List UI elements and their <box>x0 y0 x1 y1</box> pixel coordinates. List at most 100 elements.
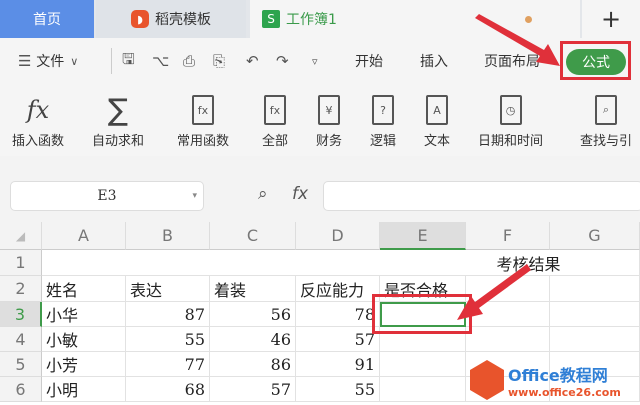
docer-icon: ◗ <box>131 10 149 28</box>
cell-G3[interactable] <box>550 302 640 327</box>
cell-A6[interactable]: 小明 <box>42 377 126 402</box>
chevron-down-icon: ∨ <box>70 54 79 68</box>
cell-B3[interactable]: 87 <box>126 302 210 327</box>
column-header-E[interactable]: E <box>380 222 466 250</box>
redo-icon[interactable]: ↷ <box>276 38 289 84</box>
format-painter-icon[interactable]: ⌥ <box>152 38 169 84</box>
lookup-button[interactable]: ⌕ 查找与引 <box>580 90 632 149</box>
cell-G2[interactable] <box>550 276 640 302</box>
header-cell[interactable]: 反应能力 <box>296 276 380 302</box>
row-header-4[interactable]: 4 <box>0 327 42 352</box>
logic-button[interactable]: ? 逻辑 <box>370 90 396 149</box>
insert-function-button[interactable]: fx 插入函数 <box>12 90 64 149</box>
datetime-icon: ◷ <box>499 95 522 125</box>
cell-D3[interactable]: 78 <box>296 302 380 327</box>
highlight-box <box>560 41 631 80</box>
arrow-annotation-icon <box>475 14 560 66</box>
cell-C6[interactable]: 57 <box>210 377 296 402</box>
header-cell[interactable]: 着装 <box>210 276 296 302</box>
tab-template[interactable]: ◗ 稻壳模板 <box>96 0 246 38</box>
ribbon: fx 插入函数 ∑ 自动求和 fx 常用函数 fx 全部 ¥ 财务 ? 逻辑 A 文本 ◷ 日期… <box>0 84 640 156</box>
cell-A5[interactable]: 小芳 <box>42 352 126 377</box>
sum-icon: ∑ <box>107 92 129 128</box>
ribbon-label: 全部 <box>262 134 289 149</box>
favorite-function-icon: fx <box>192 95 214 125</box>
tab-workbook-label: 工作簿1 <box>286 12 337 28</box>
sheet-title[interactable]: 考核结果 <box>42 250 640 276</box>
tab-start[interactable]: 开始 <box>355 38 383 84</box>
row-header-3[interactable]: 3 <box>0 302 42 327</box>
cell-B6[interactable]: 68 <box>126 377 210 402</box>
hamburger-icon: ☰ <box>18 52 37 70</box>
text-button[interactable]: A 文本 <box>424 90 450 149</box>
cell-F4[interactable] <box>466 327 550 352</box>
cell-A3[interactable]: 小华 <box>42 302 126 327</box>
more-icon[interactable]: ▿ <box>312 38 318 84</box>
ribbon-label: 插入函数 <box>12 134 65 149</box>
cell-B4[interactable]: 55 <box>126 327 210 352</box>
cell-G4[interactable] <box>550 327 640 352</box>
fx-icon: fx <box>26 96 50 124</box>
print-preview-icon[interactable]: ⎘ <box>213 38 225 84</box>
cell-C3[interactable]: 56 <box>210 302 296 327</box>
tab-insert[interactable]: 插入 <box>420 38 448 84</box>
cell-D5[interactable]: 91 <box>296 352 380 377</box>
formula-input[interactable] <box>323 181 640 211</box>
chevron-down-icon[interactable]: ▾ <box>192 191 197 201</box>
column-header-C[interactable]: C <box>210 222 296 250</box>
spreadsheet-icon: S <box>262 10 280 28</box>
tab-home[interactable]: 首页 <box>0 0 94 38</box>
column-header-A[interactable]: A <box>42 222 126 250</box>
column-header-F[interactable]: F <box>466 222 550 250</box>
arrow-annotation-icon <box>457 264 531 320</box>
zoom-search-icon[interactable]: ⌕ <box>258 184 268 204</box>
ribbon-label: 自动求和 <box>92 134 145 149</box>
common-functions-button[interactable]: fx 常用函数 <box>177 90 229 149</box>
ribbon-label: 文本 <box>424 134 451 149</box>
office-logo-icon <box>470 360 504 400</box>
watermark-logo: Office教程网 www.office26.com <box>470 355 640 405</box>
cell-C5[interactable]: 86 <box>210 352 296 377</box>
print-icon[interactable]: ⎙ <box>183 38 195 84</box>
lookup-icon: ⌕ <box>595 95 617 125</box>
cell-E6[interactable] <box>380 377 466 402</box>
undo-icon[interactable]: ↶ <box>246 38 259 84</box>
cell-A4[interactable]: 小敏 <box>42 327 126 352</box>
ribbon-label: 常用函数 <box>177 134 230 149</box>
all-functions-button[interactable]: fx 全部 <box>262 90 288 149</box>
cell-D6[interactable]: 55 <box>296 377 380 402</box>
select-all-corner[interactable]: ◢ <box>0 222 42 250</box>
tab-template-label: 稻壳模板 <box>155 12 211 28</box>
row-header-2[interactable]: 2 <box>0 276 42 302</box>
header-cell[interactable]: 表达 <box>126 276 210 302</box>
column-header-B[interactable]: B <box>126 222 210 250</box>
cell-B5[interactable]: 77 <box>126 352 210 377</box>
file-menu-label: 文件 <box>36 54 65 70</box>
divider <box>111 48 112 74</box>
cell-D4[interactable]: 57 <box>296 327 380 352</box>
column-header-D[interactable]: D <box>296 222 380 250</box>
fx-icon[interactable]: fx <box>292 184 308 204</box>
column-header-G[interactable]: G <box>550 222 640 250</box>
file-menu[interactable]: ☰ 文件 ∨ <box>18 38 78 84</box>
ribbon-label: 查找与引 <box>580 134 633 149</box>
autosum-button[interactable]: ∑ 自动求和 <box>92 90 145 150</box>
logic-icon: ? <box>372 95 394 125</box>
ribbon-label: 日期和时间 <box>478 134 544 149</box>
row-header-6[interactable]: 6 <box>0 377 42 402</box>
finance-icon: ¥ <box>318 95 340 125</box>
row-header-1[interactable]: 1 <box>0 250 42 276</box>
tab-home-label: 首页 <box>33 12 61 28</box>
cell-E5[interactable] <box>380 352 466 377</box>
finance-button[interactable]: ¥ 财务 <box>316 90 342 149</box>
new-tab-button[interactable]: + <box>582 0 640 38</box>
save-icon[interactable]: 🖫 <box>122 38 135 84</box>
text-icon: A <box>426 95 448 125</box>
name-box[interactable]: E3 ▾ <box>10 181 204 211</box>
cell-C4[interactable]: 46 <box>210 327 296 352</box>
row-header-5[interactable]: 5 <box>0 352 42 377</box>
name-box-value: E3 <box>97 188 117 204</box>
ribbon-label: 财务 <box>316 134 343 149</box>
header-cell[interactable]: 姓名 <box>42 276 126 302</box>
datetime-button[interactable]: ◷ 日期和时间 <box>478 90 543 149</box>
